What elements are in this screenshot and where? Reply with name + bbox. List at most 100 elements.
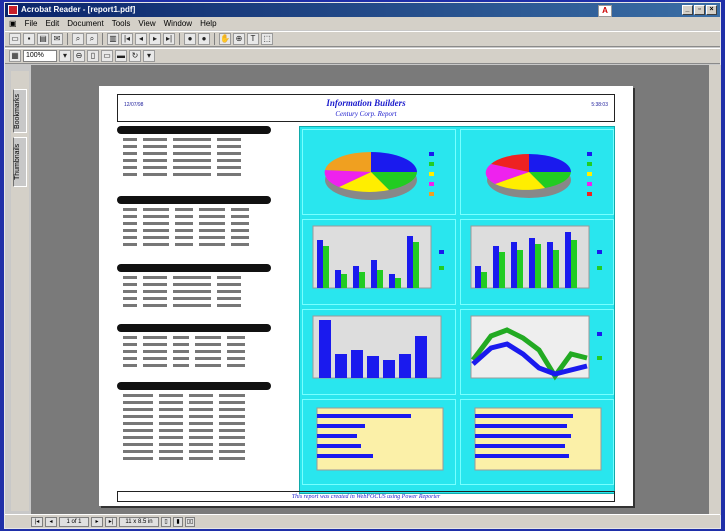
- report-tables: [117, 126, 299, 486]
- bar-chart-1-graphic: [312, 225, 444, 289]
- go-forward-icon[interactable]: ●: [198, 33, 210, 45]
- bar-chart-3-graphic: [312, 315, 442, 379]
- document-area: 12/07/98 5:38:03 Information Builders Ce…: [31, 65, 721, 515]
- fit-width-icon[interactable]: ▬: [115, 50, 127, 62]
- email-icon[interactable]: ✉: [51, 33, 63, 45]
- table-header: [117, 382, 271, 390]
- navigation-pane: Bookmarks Thumbnails: [11, 71, 29, 511]
- zoom-out-icon[interactable]: ⊖: [73, 50, 85, 62]
- table-row: [123, 288, 271, 294]
- menu-bar: ▣ File Edit Document Tools View Window H…: [5, 17, 720, 30]
- open-icon[interactable]: ▭: [9, 33, 21, 45]
- menu-file[interactable]: File: [21, 17, 42, 30]
- rotate-icon[interactable]: ↻: [129, 50, 141, 62]
- table-row: [123, 334, 271, 340]
- table-row: [123, 136, 271, 142]
- table-row: [123, 455, 271, 461]
- hand-tool-icon[interactable]: ✋: [219, 33, 231, 45]
- acrobat-app-icon: [8, 5, 18, 15]
- table-row: [123, 171, 271, 177]
- pie-chart-1: [302, 129, 456, 215]
- table-row: [123, 392, 271, 398]
- minimize-button[interactable]: _: [682, 5, 693, 15]
- pie-chart-1-graphic: [324, 151, 434, 200]
- table-header: [117, 126, 271, 134]
- first-page-icon[interactable]: |◂: [121, 33, 133, 45]
- pdf-page: 12/07/98 5:38:03 Information Builders Ce…: [99, 86, 633, 506]
- search-icon[interactable]: ⌕: [86, 33, 98, 45]
- continuous-icon[interactable]: ▮: [173, 516, 183, 527]
- report-footer: This report was created in WebFOCUS usin…: [117, 491, 615, 502]
- menu-help[interactable]: Help: [196, 17, 220, 30]
- table-3: [117, 264, 271, 309]
- print-icon[interactable]: ▤: [37, 33, 49, 45]
- tab-thumbnails[interactable]: Thumbnails: [13, 137, 27, 187]
- menu-edit[interactable]: Edit: [41, 17, 63, 30]
- maximize-button[interactable]: ▫: [694, 5, 705, 15]
- zoom-tool-icon[interactable]: ⊕: [233, 33, 245, 45]
- table-row: [123, 157, 271, 163]
- next-page-status-icon[interactable]: ▸: [91, 516, 103, 527]
- table-row: [123, 413, 271, 419]
- horizontal-bar-chart-2-graphic: [474, 407, 602, 471]
- report-header: 12/07/98 5:38:03 Information Builders Ce…: [117, 94, 615, 122]
- bar-chart-2-graphic: [470, 225, 602, 289]
- first-page-status-icon[interactable]: |◂: [31, 516, 43, 527]
- table-row: [123, 295, 271, 301]
- table-4: [117, 324, 271, 369]
- previous-page-status-icon[interactable]: ◂: [45, 516, 57, 527]
- table-row: [123, 220, 271, 226]
- last-page-status-icon[interactable]: ▸|: [105, 516, 117, 527]
- zoom-menu-icon[interactable]: ▦: [9, 50, 21, 62]
- table-row: [123, 341, 271, 347]
- table-header: [117, 196, 271, 204]
- menu-document[interactable]: Document: [63, 17, 107, 30]
- zoom-field[interactable]: 100%: [23, 50, 57, 62]
- go-back-icon[interactable]: ●: [184, 33, 196, 45]
- zoom-dropdown-icon[interactable]: ▾: [59, 50, 71, 62]
- table-row: [123, 362, 271, 368]
- toolbar-separator: [67, 33, 68, 45]
- table-row: [123, 406, 271, 412]
- find-icon[interactable]: ⌕: [72, 33, 84, 45]
- menu-view[interactable]: View: [134, 17, 159, 30]
- table-row: [123, 227, 271, 233]
- table-row: [123, 348, 271, 354]
- line-chart: [460, 309, 614, 395]
- bar-chart-1: [302, 219, 456, 305]
- graphics-select-tool-icon[interactable]: ⬚: [261, 33, 273, 45]
- table-5: [117, 382, 271, 462]
- previous-page-icon[interactable]: ◂: [135, 33, 147, 45]
- toolbar-separator: [179, 33, 180, 45]
- fit-page-icon[interactable]: ▭: [101, 50, 113, 62]
- facing-pages-icon[interactable]: ▯▯: [185, 516, 195, 527]
- table-row: [123, 399, 271, 405]
- text-select-tool-icon[interactable]: T: [247, 33, 259, 45]
- status-bar: |◂ ◂ 1 of 1 ▸ ▸| 11 x 8.5 in ▯ ▮ ▯▯: [5, 514, 720, 528]
- actual-size-icon[interactable]: ▯: [87, 50, 99, 62]
- close-button[interactable]: ×: [706, 5, 717, 15]
- last-page-icon[interactable]: ▸|: [163, 33, 175, 45]
- page-indicator[interactable]: 1 of 1: [59, 516, 89, 527]
- next-page-icon[interactable]: ▸: [149, 33, 161, 45]
- table-row: [123, 281, 271, 287]
- table-header: [117, 264, 271, 272]
- page-size: 11 x 8.5 in: [119, 516, 159, 527]
- show-navigation-pane-icon[interactable]: ▥: [107, 33, 119, 45]
- table-row: [123, 427, 271, 433]
- table-row: [123, 206, 271, 212]
- view-options-dropdown-icon[interactable]: ▾: [143, 50, 155, 62]
- single-page-icon[interactable]: ▯: [161, 516, 171, 527]
- window-title: Acrobat Reader - [report1.pdf]: [21, 5, 136, 14]
- horizontal-bar-chart-1-graphic: [316, 407, 444, 471]
- table-header: [117, 324, 271, 332]
- menu-tools[interactable]: Tools: [108, 17, 135, 30]
- tab-bookmarks[interactable]: Bookmarks: [13, 89, 27, 133]
- table-row: [123, 448, 271, 454]
- table-row: [123, 355, 271, 361]
- save-icon[interactable]: ▪: [23, 33, 35, 45]
- adobe-logo-icon[interactable]: A: [598, 5, 612, 17]
- document-menu-icon[interactable]: ▣: [5, 17, 21, 30]
- menu-window[interactable]: Window: [160, 17, 196, 30]
- vertical-scrollbar[interactable]: [709, 65, 721, 515]
